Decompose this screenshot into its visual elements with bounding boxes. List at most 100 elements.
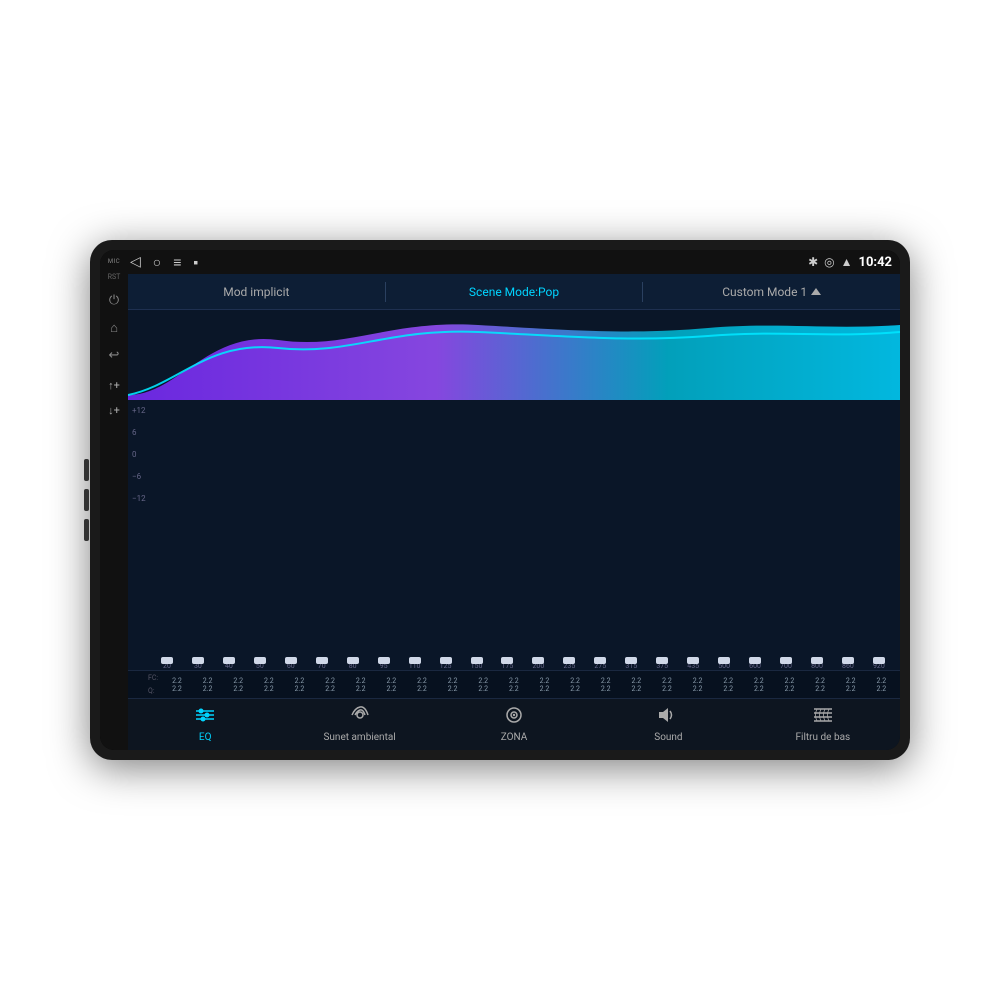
content-area: MIC RST ⏻ ⌂ ↩ ↑+ ↓+ Mod implicit Scene M… xyxy=(100,274,900,750)
tab-sound[interactable]: Sound xyxy=(591,702,745,747)
tab-sound-label: Sound xyxy=(654,732,682,743)
slider-thumb-125[interactable] xyxy=(440,657,452,664)
vol-up-icon[interactable]: ↑+ xyxy=(100,375,128,396)
tab-ambient-label: Sunet ambiental xyxy=(323,732,395,743)
fc-q-col-125: 2.22.2 xyxy=(438,677,468,693)
bluetooth-icon: ✱ xyxy=(808,255,818,269)
slider-col-235: 235 xyxy=(554,660,584,670)
fc-val-150: 2.2 xyxy=(478,677,488,685)
slider-thumb-95[interactable] xyxy=(378,657,390,664)
slider-thumb-435[interactable] xyxy=(687,657,699,664)
fc-val-315: 2.2 xyxy=(631,677,641,685)
fc-val-20: 2.2 xyxy=(172,677,182,685)
nav-menu-icon[interactable]: ≡ xyxy=(173,254,181,271)
slider-col-125: 125 xyxy=(431,660,461,670)
mode-custom[interactable]: Custom Mode 1 xyxy=(643,285,900,299)
vol-down-icon[interactable]: ↓+ xyxy=(100,400,128,421)
fc-q-col-800: 2.22.2 xyxy=(805,677,835,693)
fc-q-col-275: 2.22.2 xyxy=(591,677,621,693)
slider-thumb-80[interactable] xyxy=(347,657,359,664)
tab-eq-label: EQ xyxy=(199,732,212,743)
slider-thumb-110[interactable] xyxy=(409,657,421,664)
fc-q-container: 2.22.22.22.22.22.22.22.22.22.22.22.22.22… xyxy=(162,677,896,693)
slider-col-70: 70 xyxy=(307,660,337,670)
slider-thumb-800[interactable] xyxy=(811,657,823,664)
q-val-70: 2.2 xyxy=(325,685,335,693)
fc-q-col-30: 2.22.2 xyxy=(193,677,223,693)
slider-thumb-40[interactable] xyxy=(223,657,235,664)
slider-col-920: 920 xyxy=(864,660,894,670)
slider-col-30: 30 xyxy=(183,660,213,670)
slider-thumb-860[interactable] xyxy=(842,657,854,664)
fc-val-375: 2.2 xyxy=(662,677,672,685)
power-icon[interactable]: ⏻ xyxy=(100,289,128,312)
tab-zona[interactable]: ZONA xyxy=(437,702,591,747)
fc-q-col-315: 2.22.2 xyxy=(622,677,652,693)
slider-thumb-20[interactable] xyxy=(161,657,173,664)
side-buttons xyxy=(84,459,89,541)
tab-ambient[interactable]: Sunet ambiental xyxy=(282,702,436,747)
q-val-700: 2.2 xyxy=(785,685,795,693)
slider-thumb-70[interactable] xyxy=(316,657,328,664)
slider-thumb-30[interactable] xyxy=(192,657,204,664)
slider-thumb-235[interactable] xyxy=(563,657,575,664)
device-frame: ◁ ○ ≡ ▪ ✱ ◎ ▲ 10:42 MIC RST ⏻ ⌂ ↩ ↑+ ↓+ xyxy=(90,240,910,760)
slider-thumb-375[interactable] xyxy=(656,657,668,664)
home-icon[interactable]: ⌂ xyxy=(100,316,128,340)
fc-val-435: 2.2 xyxy=(693,677,703,685)
fc-val-600: 2.2 xyxy=(754,677,764,685)
location-icon: ◎ xyxy=(824,255,834,269)
fc-q-labels: FC: Q: xyxy=(148,672,158,698)
status-bar: ◁ ○ ≡ ▪ ✱ ◎ ▲ 10:42 xyxy=(100,250,900,274)
q-val-235: 2.2 xyxy=(570,685,580,693)
slider-thumb-600[interactable] xyxy=(749,657,761,664)
q-val-275: 2.2 xyxy=(601,685,611,693)
slider-thumb-50[interactable] xyxy=(254,657,266,664)
scale-6: 6 xyxy=(132,426,146,440)
mode-implicit[interactable]: Mod implicit xyxy=(128,285,385,299)
slider-thumb-700[interactable] xyxy=(780,657,792,664)
q-label: Q: xyxy=(148,685,158,698)
slider-col-50: 50 xyxy=(245,660,275,670)
slider-col-95: 95 xyxy=(369,660,399,670)
status-nav: ◁ ○ ≡ ▪ xyxy=(130,254,808,271)
fc-val-110: 2.2 xyxy=(417,677,427,685)
nav-home-icon[interactable]: ○ xyxy=(153,254,161,271)
scale-minus6: −6 xyxy=(132,470,146,484)
slider-thumb-150[interactable] xyxy=(471,657,483,664)
fc-val-175: 2.2 xyxy=(509,677,519,685)
nav-back-icon[interactable]: ◁ xyxy=(130,254,141,270)
back-icon[interactable]: ↩ xyxy=(100,344,128,367)
slider-col-60: 60 xyxy=(276,660,306,670)
mode-scene[interactable]: Scene Mode:Pop xyxy=(386,285,643,299)
fc-val-235: 2.2 xyxy=(570,677,580,685)
slider-thumb-175[interactable] xyxy=(501,657,513,664)
slider-thumb-920[interactable] xyxy=(873,657,885,664)
fc-q-col-435: 2.22.2 xyxy=(683,677,713,693)
slider-thumb-275[interactable] xyxy=(594,657,606,664)
slider-thumb-315[interactable] xyxy=(625,657,637,664)
fc-q-col-920: 2.22.2 xyxy=(867,677,897,693)
status-right: ✱ ◎ ▲ 10:42 xyxy=(808,255,892,270)
q-val-110: 2.2 xyxy=(417,685,427,693)
fc-val-40: 2.2 xyxy=(233,677,243,685)
tab-bass[interactable]: Filtru de bas xyxy=(746,702,900,747)
slider-col-150: 150 xyxy=(462,660,492,670)
fc-q-col-80: 2.22.2 xyxy=(346,677,376,693)
tab-zona-label: ZONA xyxy=(501,732,528,743)
slider-thumb-500[interactable] xyxy=(718,657,730,664)
slider-col-800: 800 xyxy=(802,660,832,670)
slider-col-700: 700 xyxy=(771,660,801,670)
nav-square-icon[interactable]: ▪ xyxy=(193,254,198,271)
tab-bass-label: Filtru de bas xyxy=(795,732,850,743)
fc-val-860: 2.2 xyxy=(846,677,856,685)
slider-col-435: 435 xyxy=(678,660,708,670)
slider-thumb-60[interactable] xyxy=(285,657,297,664)
q-val-125: 2.2 xyxy=(448,685,458,693)
tab-eq[interactable]: EQ xyxy=(128,702,282,747)
q-val-20: 2.2 xyxy=(172,685,182,693)
eq-wave-svg xyxy=(128,310,900,400)
fc-val-920: 2.2 xyxy=(876,677,886,685)
fc-val-800: 2.2 xyxy=(815,677,825,685)
slider-thumb-200[interactable] xyxy=(532,657,544,664)
